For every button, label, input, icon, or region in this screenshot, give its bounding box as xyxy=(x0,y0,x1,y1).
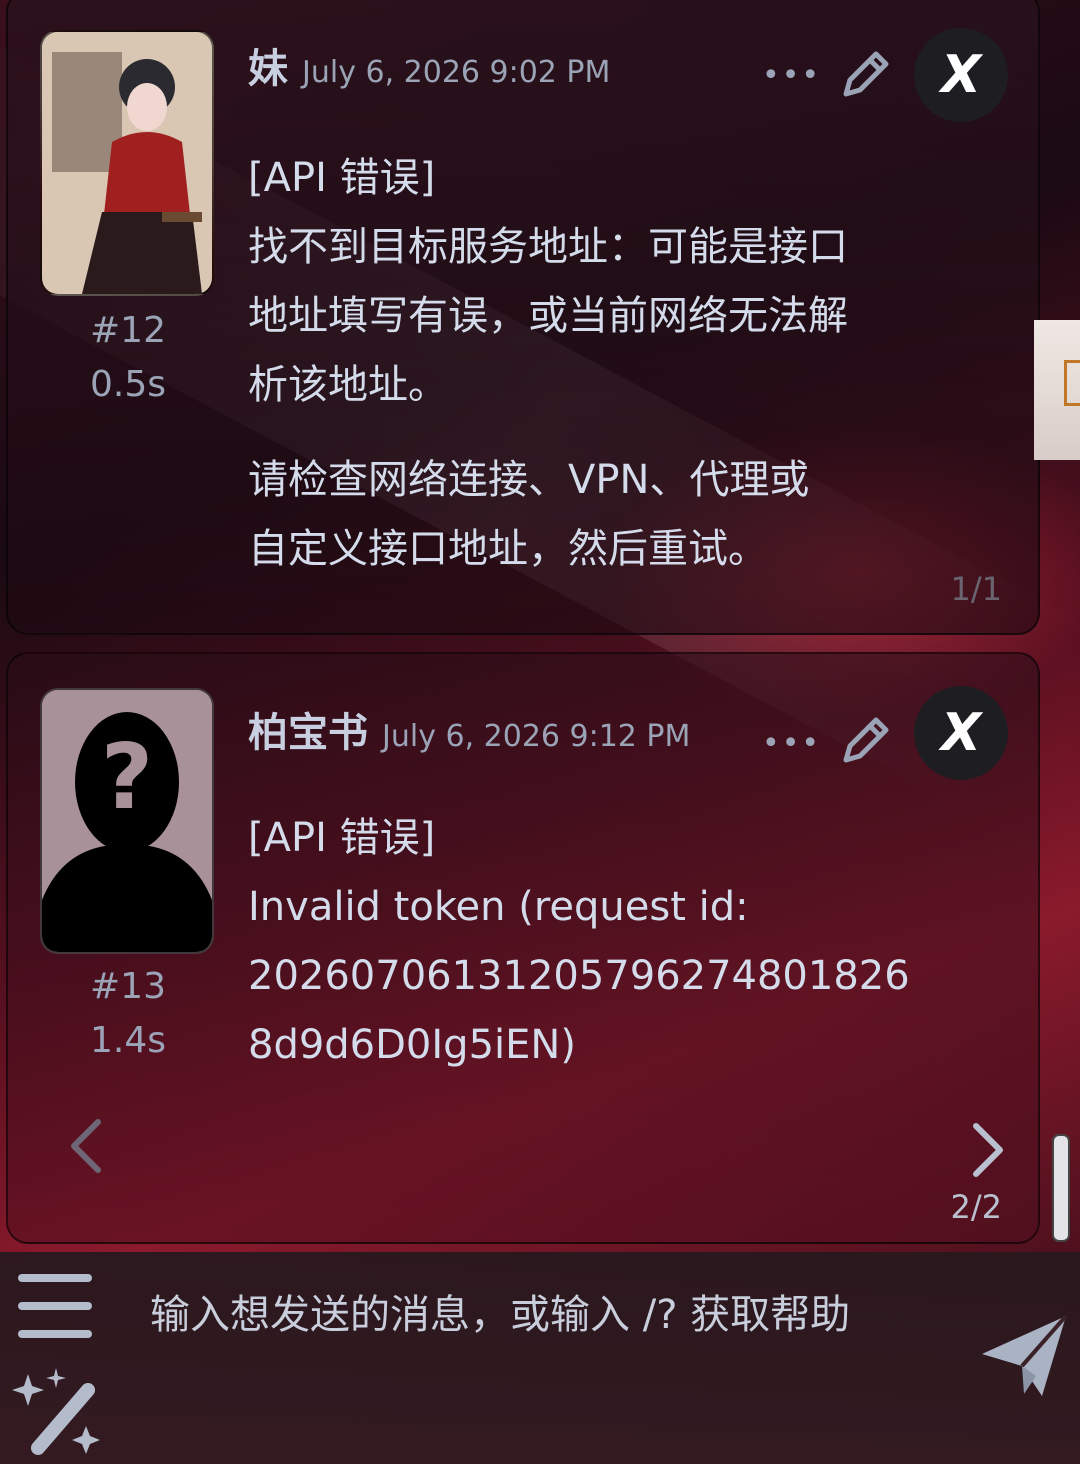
swipe-counter: 1/1 xyxy=(950,570,1003,608)
message-line: 找不到目标服务地址：可能是接口 xyxy=(248,224,848,270)
message-paragraph: 请检查网络连接、VPN、代理或 自定义接口地址，然后重试。 xyxy=(248,446,948,584)
message-number: #12 xyxy=(90,310,166,351)
svg-text:?: ? xyxy=(101,725,153,830)
chat-message: ? #13 1.4s 柏宝书 July 6, 2026 9:12 PM ••• X… xyxy=(6,652,1040,1244)
message-line: 自定义接口地址，然后重试。 xyxy=(248,526,768,572)
edit-pencil-icon[interactable] xyxy=(836,44,896,104)
more-options-icon[interactable]: ••• xyxy=(762,58,821,93)
message-paragraph: [API 错误] Invalid token (request id: 2026… xyxy=(248,804,948,1080)
delete-message-button[interactable]: X xyxy=(914,686,1008,780)
message-line: [API 错误] xyxy=(248,155,436,201)
avatar[interactable]: ? xyxy=(40,688,214,954)
message-line: [API 错误] xyxy=(248,815,436,861)
hamburger-menu-icon[interactable] xyxy=(18,1274,92,1340)
message-body: [API 错误] Invalid token (request id: 2026… xyxy=(248,804,948,1106)
sender-name: 柏宝书 July 6, 2026 9:12 PM xyxy=(248,700,690,758)
avatar[interactable] xyxy=(40,30,214,296)
message-line: 析该地址。 xyxy=(248,362,448,408)
chat-scrollbar[interactable] xyxy=(1052,1134,1070,1242)
message-input[interactable]: 输入想发送的消息，或输入 /? 获取帮助 xyxy=(150,1282,850,1340)
message-timestamp: July 6, 2026 9:02 PM xyxy=(302,55,611,90)
unknown-user-icon: ? xyxy=(42,690,212,952)
side-drawer-tab[interactable] xyxy=(1034,320,1080,460)
message-body: [API 错误] 找不到目标服务地址：可能是接口 地址填写有误，或当前网络无法解… xyxy=(248,144,948,610)
swipe-right-chevron-icon[interactable] xyxy=(968,1120,1008,1180)
message-line: 地址填写有误，或当前网络无法解 xyxy=(248,293,848,339)
message-line: 2026070613120579627480182​6 xyxy=(248,953,910,999)
delete-message-button[interactable]: X xyxy=(914,28,1008,122)
more-options-icon[interactable]: ••• xyxy=(762,726,821,761)
message-line: 请检查网络连接、VPN、代理或 xyxy=(248,457,810,503)
generation-time: 1.4s xyxy=(89,1020,166,1061)
message-composer: 输入想发送的消息，或输入 /? 获取帮助 xyxy=(0,1252,1080,1464)
generation-time: 0.5s xyxy=(89,364,166,405)
message-number: #13 xyxy=(90,966,166,1007)
magic-wand-icon[interactable] xyxy=(10,1364,106,1460)
swipe-left-chevron-icon[interactable] xyxy=(66,1116,106,1176)
sender-name-text: 柏宝书 xyxy=(248,710,368,756)
swipe-counter: 2/2 xyxy=(950,1188,1003,1226)
message-timestamp: July 6, 2026 9:12 PM xyxy=(382,719,691,754)
message-line: Invalid token (request id: xyxy=(248,884,749,930)
sender-name-text: 妹 xyxy=(248,46,288,92)
message-line: 8d9d6D0Ig5iEN) xyxy=(248,1022,576,1068)
chat-message: #12 0.5s 妹 July 6, 2026 9:02 PM ••• X [AP… xyxy=(6,0,1040,635)
send-icon[interactable] xyxy=(978,1310,1070,1402)
sender-name: 妹 July 6, 2026 9:02 PM xyxy=(248,36,610,94)
edit-pencil-icon[interactable] xyxy=(836,710,896,770)
message-paragraph: [API 错误] 找不到目标服务地址：可能是接口 地址填写有误，或当前网络无法解… xyxy=(248,144,948,420)
